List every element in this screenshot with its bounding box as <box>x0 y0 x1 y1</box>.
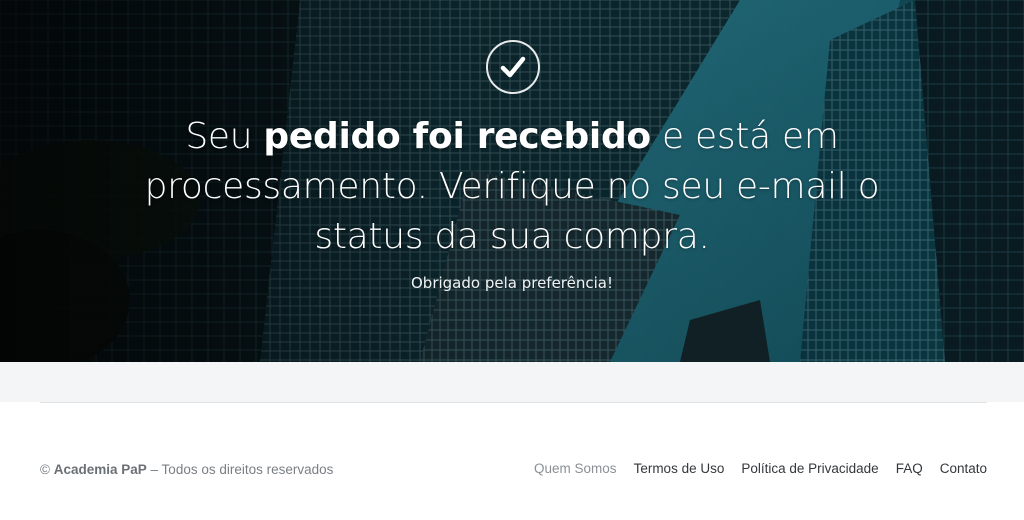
footer-link-contato[interactable]: Contato <box>940 461 987 476</box>
footer-link-quem-somos[interactable]: Quem Somos <box>534 461 617 476</box>
brand-name: Academia PaP <box>53 462 147 477</box>
headline-emphasis: pedido foi recebido <box>263 116 651 157</box>
copyright-symbol: © <box>40 462 50 477</box>
footer-link-politica-de-privacidade[interactable]: Política de Privacidade <box>741 461 878 476</box>
hero-banner: Seu pedido foi recebido e está em proces… <box>0 0 1024 362</box>
footer-link-faq[interactable]: FAQ <box>896 461 923 476</box>
check-mark-icon <box>500 56 526 78</box>
footer-link-termos-de-uso[interactable]: Termos de Uso <box>634 461 725 476</box>
footer-nav: Quem Somos Termos de Uso Política de Pri… <box>534 461 987 476</box>
rights-text: – Todos os direitos reservados <box>150 462 334 477</box>
thank-you-text: Obrigado pela preferência! <box>410 274 613 292</box>
copyright-notice: © Academia PaP – Todos os direitos reser… <box>40 462 333 477</box>
order-received-heading: Seu pedido foi recebido e está em proces… <box>140 112 884 262</box>
confirmation-message: Seu pedido foi recebido e está em proces… <box>0 0 1024 362</box>
headline-prefix: Seu <box>185 116 264 157</box>
content-spacer <box>0 362 1024 402</box>
footer-divider <box>40 402 987 403</box>
check-icon <box>486 40 540 94</box>
